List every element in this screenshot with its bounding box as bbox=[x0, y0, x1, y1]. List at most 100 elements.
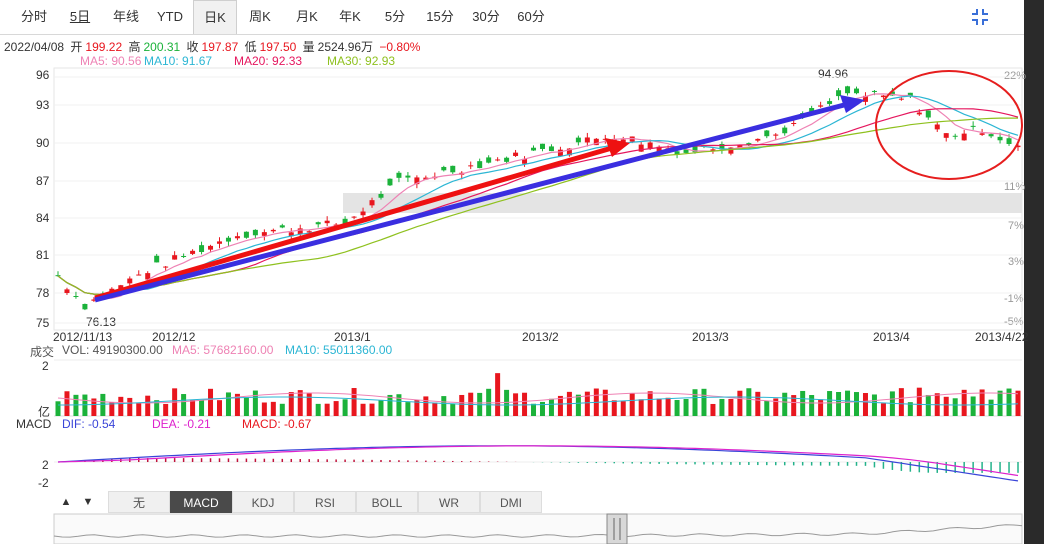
volume-bar bbox=[405, 402, 411, 416]
highlight-circle bbox=[875, 70, 1023, 180]
candle-body bbox=[504, 157, 510, 162]
volume-bar bbox=[898, 388, 904, 416]
candle-body bbox=[73, 295, 79, 297]
volume-bar bbox=[871, 394, 877, 416]
volume-bar bbox=[728, 398, 734, 416]
candle-body bbox=[243, 231, 249, 238]
volume-bar bbox=[82, 394, 88, 416]
volume-bar bbox=[1015, 390, 1021, 416]
volume-bar bbox=[109, 402, 115, 416]
volume-bar bbox=[620, 401, 626, 416]
candle-body bbox=[396, 172, 402, 178]
candle-body bbox=[791, 122, 797, 124]
candle-body bbox=[854, 88, 860, 94]
volume-bar bbox=[216, 400, 222, 416]
candle-body bbox=[270, 229, 276, 232]
candle-body bbox=[575, 137, 581, 143]
candle-body bbox=[324, 220, 330, 224]
volume-bar bbox=[100, 393, 106, 416]
candle-body bbox=[468, 165, 474, 167]
candle-body bbox=[154, 255, 160, 263]
volume-bar bbox=[55, 401, 61, 416]
candle-body bbox=[755, 138, 761, 141]
candle-body bbox=[827, 101, 833, 104]
volume-bar bbox=[342, 399, 348, 416]
candle-body bbox=[970, 125, 976, 127]
candle-body bbox=[225, 237, 231, 242]
candle-body bbox=[513, 152, 519, 156]
candle-body bbox=[279, 225, 285, 228]
candle-body bbox=[172, 255, 178, 260]
candle-body bbox=[988, 134, 994, 137]
window-scrollbar[interactable] bbox=[1024, 0, 1044, 544]
volume-bar bbox=[288, 392, 294, 416]
volume-bar bbox=[611, 400, 617, 416]
volume-bar bbox=[575, 394, 581, 416]
candle-body bbox=[979, 133, 985, 135]
volume-bar bbox=[324, 403, 330, 416]
volume-bar bbox=[64, 391, 70, 416]
candle-body bbox=[306, 231, 312, 233]
volume-bar bbox=[539, 401, 545, 416]
volume-bar bbox=[818, 399, 824, 416]
candle-body bbox=[557, 149, 563, 157]
volume-bar bbox=[548, 398, 554, 416]
candle-body bbox=[261, 232, 267, 236]
candle-body bbox=[818, 105, 824, 107]
candle-body bbox=[548, 146, 554, 152]
volume-bar bbox=[755, 391, 761, 416]
trend-arrow-red bbox=[94, 145, 613, 301]
candle-body bbox=[683, 149, 689, 153]
volume-bar bbox=[136, 402, 142, 416]
timeline-navigator bbox=[53, 513, 1023, 544]
candle-body bbox=[773, 134, 779, 136]
volume-bar bbox=[584, 391, 590, 416]
candle-body bbox=[898, 98, 904, 100]
volume-bar bbox=[243, 397, 249, 416]
volume-bar bbox=[629, 393, 635, 416]
candle-body bbox=[441, 166, 447, 171]
volume-bar bbox=[862, 393, 868, 416]
volume-bar bbox=[710, 403, 716, 416]
candle-body bbox=[82, 303, 88, 310]
volume-bar bbox=[378, 400, 384, 416]
candle-body bbox=[163, 266, 169, 268]
volume-bar bbox=[701, 388, 707, 416]
volume-bar bbox=[279, 403, 285, 416]
candle-body bbox=[961, 133, 967, 141]
volume-bar bbox=[674, 400, 680, 416]
volume-bar bbox=[916, 387, 922, 416]
candle-body bbox=[539, 143, 545, 149]
kline-chart[interactable] bbox=[0, 0, 1024, 544]
volume-bar bbox=[360, 403, 366, 416]
volume-bar bbox=[692, 389, 698, 416]
volume-bar bbox=[836, 391, 842, 416]
volume-bar bbox=[261, 402, 267, 416]
candle-body bbox=[216, 241, 222, 244]
candle-body bbox=[934, 124, 940, 130]
candle-body bbox=[1006, 138, 1012, 144]
candle-body bbox=[369, 200, 375, 206]
candle-body bbox=[880, 95, 886, 98]
candle-body bbox=[647, 142, 653, 149]
volume-bar bbox=[827, 391, 833, 416]
volume-bar bbox=[683, 399, 689, 416]
volume-bar bbox=[199, 400, 205, 416]
candle-body bbox=[351, 216, 357, 218]
candle-body bbox=[952, 135, 958, 137]
volume-bar bbox=[127, 397, 133, 416]
volume-bar bbox=[252, 390, 258, 416]
volume-bar bbox=[450, 403, 456, 416]
volume-bar bbox=[522, 392, 528, 416]
candle-body bbox=[127, 278, 133, 284]
candle-body bbox=[997, 136, 1003, 141]
volume-bar bbox=[396, 394, 402, 416]
timeline-window-handle bbox=[606, 513, 628, 544]
volume-bar bbox=[602, 389, 608, 416]
volume-bar bbox=[190, 400, 196, 416]
volume-bar bbox=[315, 403, 321, 416]
volume-bar bbox=[387, 394, 393, 416]
volume-bar bbox=[647, 391, 653, 416]
candle-body bbox=[360, 211, 366, 216]
volume-bar bbox=[925, 394, 931, 416]
